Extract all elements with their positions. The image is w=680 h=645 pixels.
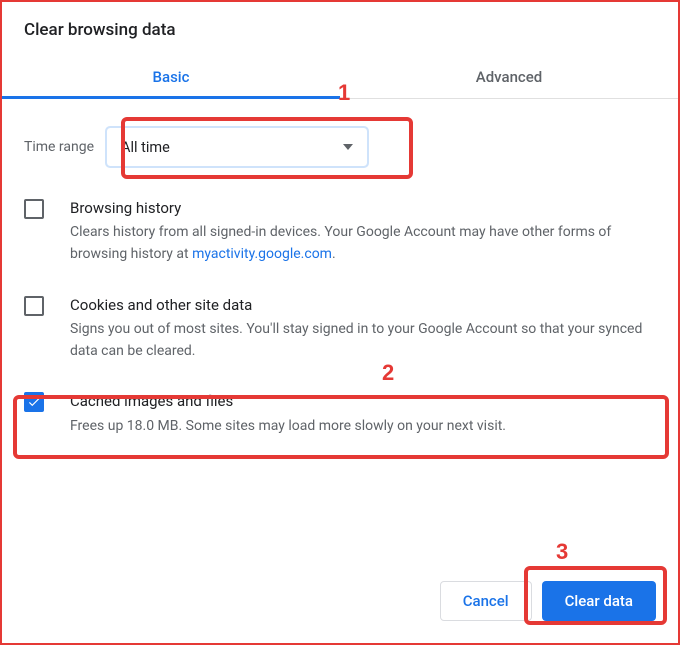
time-range-row: Time range All time	[24, 127, 656, 167]
clear-data-button[interactable]: Clear data	[542, 581, 656, 621]
item-text: Browsing history Clears history from all…	[70, 197, 656, 266]
dialog-title: Clear browsing data	[2, 2, 678, 54]
item-cookies: Cookies and other site data Signs you ou…	[24, 294, 656, 363]
time-range-select-wrap: All time	[106, 127, 368, 167]
dialog-actions: Cancel Clear data	[440, 581, 656, 621]
item-desc-cookies: Signs you out of most sites. You'll stay…	[70, 319, 656, 362]
item-title-history: Browsing history	[70, 197, 656, 220]
dialog-body: Time range All time Browsing history Cle…	[2, 99, 678, 437]
chevron-down-icon	[343, 144, 353, 150]
tab-basic[interactable]: Basic	[2, 54, 340, 98]
history-desc-post: .	[332, 246, 336, 262]
tabs: Basic Advanced	[2, 54, 678, 99]
clear-browsing-data-dialog: Clear browsing data Basic Advanced Time …	[0, 0, 680, 645]
item-title-cache: Cached images and files	[70, 390, 506, 413]
checkbox-cookies[interactable]	[24, 296, 44, 316]
time-range-value: All time	[121, 139, 170, 156]
time-range-label: Time range	[24, 139, 94, 155]
item-text: Cached images and files Frees up 18.0 MB…	[70, 390, 506, 437]
tab-advanced[interactable]: Advanced	[340, 54, 678, 98]
cancel-button[interactable]: Cancel	[440, 581, 532, 621]
item-title-cookies: Cookies and other site data	[70, 294, 656, 317]
time-range-select[interactable]: All time	[106, 127, 368, 167]
checkbox-cache[interactable]	[24, 392, 44, 412]
item-desc-cache: Frees up 18.0 MB. Some sites may load mo…	[70, 416, 506, 438]
history-desc-pre: Clears history from all signed-in device…	[70, 224, 611, 262]
item-text: Cookies and other site data Signs you ou…	[70, 294, 656, 363]
item-desc-history: Clears history from all signed-in device…	[70, 222, 656, 265]
annotation-number-3: 3	[556, 539, 568, 565]
checkbox-history[interactable]	[24, 199, 44, 219]
item-browsing-history: Browsing history Clears history from all…	[24, 197, 656, 266]
myactivity-link[interactable]: myactivity.google.com	[192, 246, 332, 262]
item-cache: Cached images and files Frees up 18.0 MB…	[24, 390, 656, 437]
